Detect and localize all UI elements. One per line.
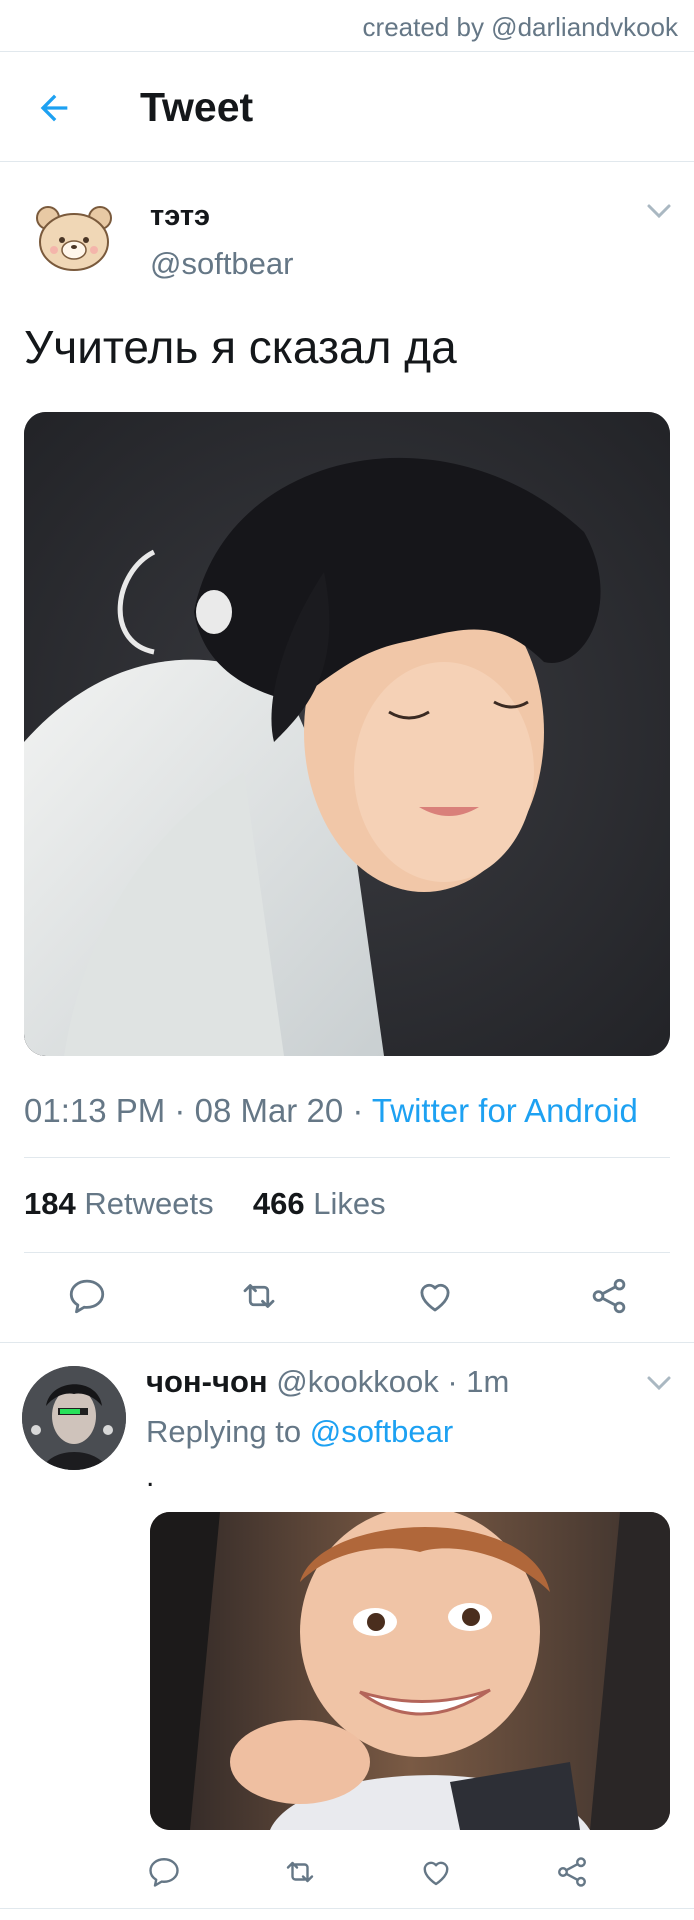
- watermark-bar: created by @darliandvkook: [0, 0, 694, 52]
- reply-text: .: [146, 1460, 155, 1493]
- author-handle[interactable]: @softbear: [150, 246, 293, 282]
- share-icon[interactable]: [554, 1854, 590, 1890]
- reply-author-name[interactable]: чон-чон: [146, 1364, 268, 1399]
- tweet-action-bar: [0, 1266, 694, 1326]
- reply-age: 1m: [466, 1364, 510, 1399]
- replying-label: Replying to: [146, 1414, 302, 1449]
- divider: [24, 1157, 670, 1158]
- replying-mention[interactable]: @softbear: [310, 1414, 453, 1449]
- tweet-date: 08 Mar 20: [194, 1092, 344, 1129]
- like-icon[interactable]: [414, 1275, 456, 1317]
- meta-separator: ·: [174, 1092, 195, 1129]
- photo-illustration: [150, 1512, 670, 1830]
- divider: [24, 1252, 670, 1253]
- reply-author-handle[interactable]: @kookkook: [276, 1364, 438, 1399]
- photo-illustration: [24, 412, 670, 1056]
- avatar-illustration: [22, 1366, 126, 1470]
- tweet-time: 01:13 PM: [24, 1092, 166, 1129]
- retweets-count: 184: [24, 1186, 76, 1221]
- chevron-down-icon[interactable]: [646, 1374, 672, 1392]
- meta-separator: ·: [447, 1364, 467, 1399]
- share-icon[interactable]: [588, 1275, 630, 1317]
- reply-media-photo[interactable]: [150, 1512, 670, 1830]
- retweet-icon[interactable]: [238, 1275, 280, 1317]
- top-app-bar: Tweet: [0, 52, 694, 162]
- retweet-icon[interactable]: [282, 1854, 318, 1890]
- retweets-label: Retweets: [84, 1186, 214, 1221]
- likes-count: 466: [252, 1186, 305, 1221]
- tweet-source-link[interactable]: Twitter for Android: [372, 1092, 638, 1129]
- replying-to: Replying to @softbear: [146, 1414, 453, 1450]
- like-icon[interactable]: [418, 1854, 454, 1890]
- chevron-down-icon[interactable]: [646, 202, 672, 220]
- section-divider: [0, 1908, 694, 1909]
- tweet-text: Учитель я сказал да: [24, 321, 457, 373]
- section-divider: [0, 1342, 694, 1343]
- reply-icon[interactable]: [146, 1854, 182, 1890]
- back-arrow-icon[interactable]: [34, 88, 74, 128]
- page-title: Tweet: [140, 84, 254, 130]
- tweet-author-row: тэтэ @softbear: [0, 162, 694, 302]
- tweet-meta: 01:13 PM · 08 Mar 20 · Twitter for Andro…: [24, 1092, 638, 1130]
- meta-separator: ·: [352, 1092, 372, 1129]
- tweet-media-photo[interactable]: [24, 412, 670, 1056]
- likes-label: Likes: [313, 1186, 386, 1221]
- bear-avatar[interactable]: [34, 202, 114, 272]
- reply-author-avatar[interactable]: [22, 1366, 126, 1470]
- reply-action-bar: [0, 1846, 694, 1906]
- reply-icon[interactable]: [66, 1275, 108, 1317]
- tweet-stats: 184 Retweets 466 Likes: [24, 1186, 386, 1222]
- watermark-text: created by @darliandvkook: [362, 12, 678, 42]
- author-name[interactable]: тэтэ: [150, 200, 210, 233]
- reply-header: чон-чон @kookkook · 1m: [146, 1364, 509, 1400]
- retweets-stat[interactable]: 184 Retweets: [24, 1186, 214, 1221]
- likes-stat[interactable]: 466 Likes: [253, 1186, 386, 1221]
